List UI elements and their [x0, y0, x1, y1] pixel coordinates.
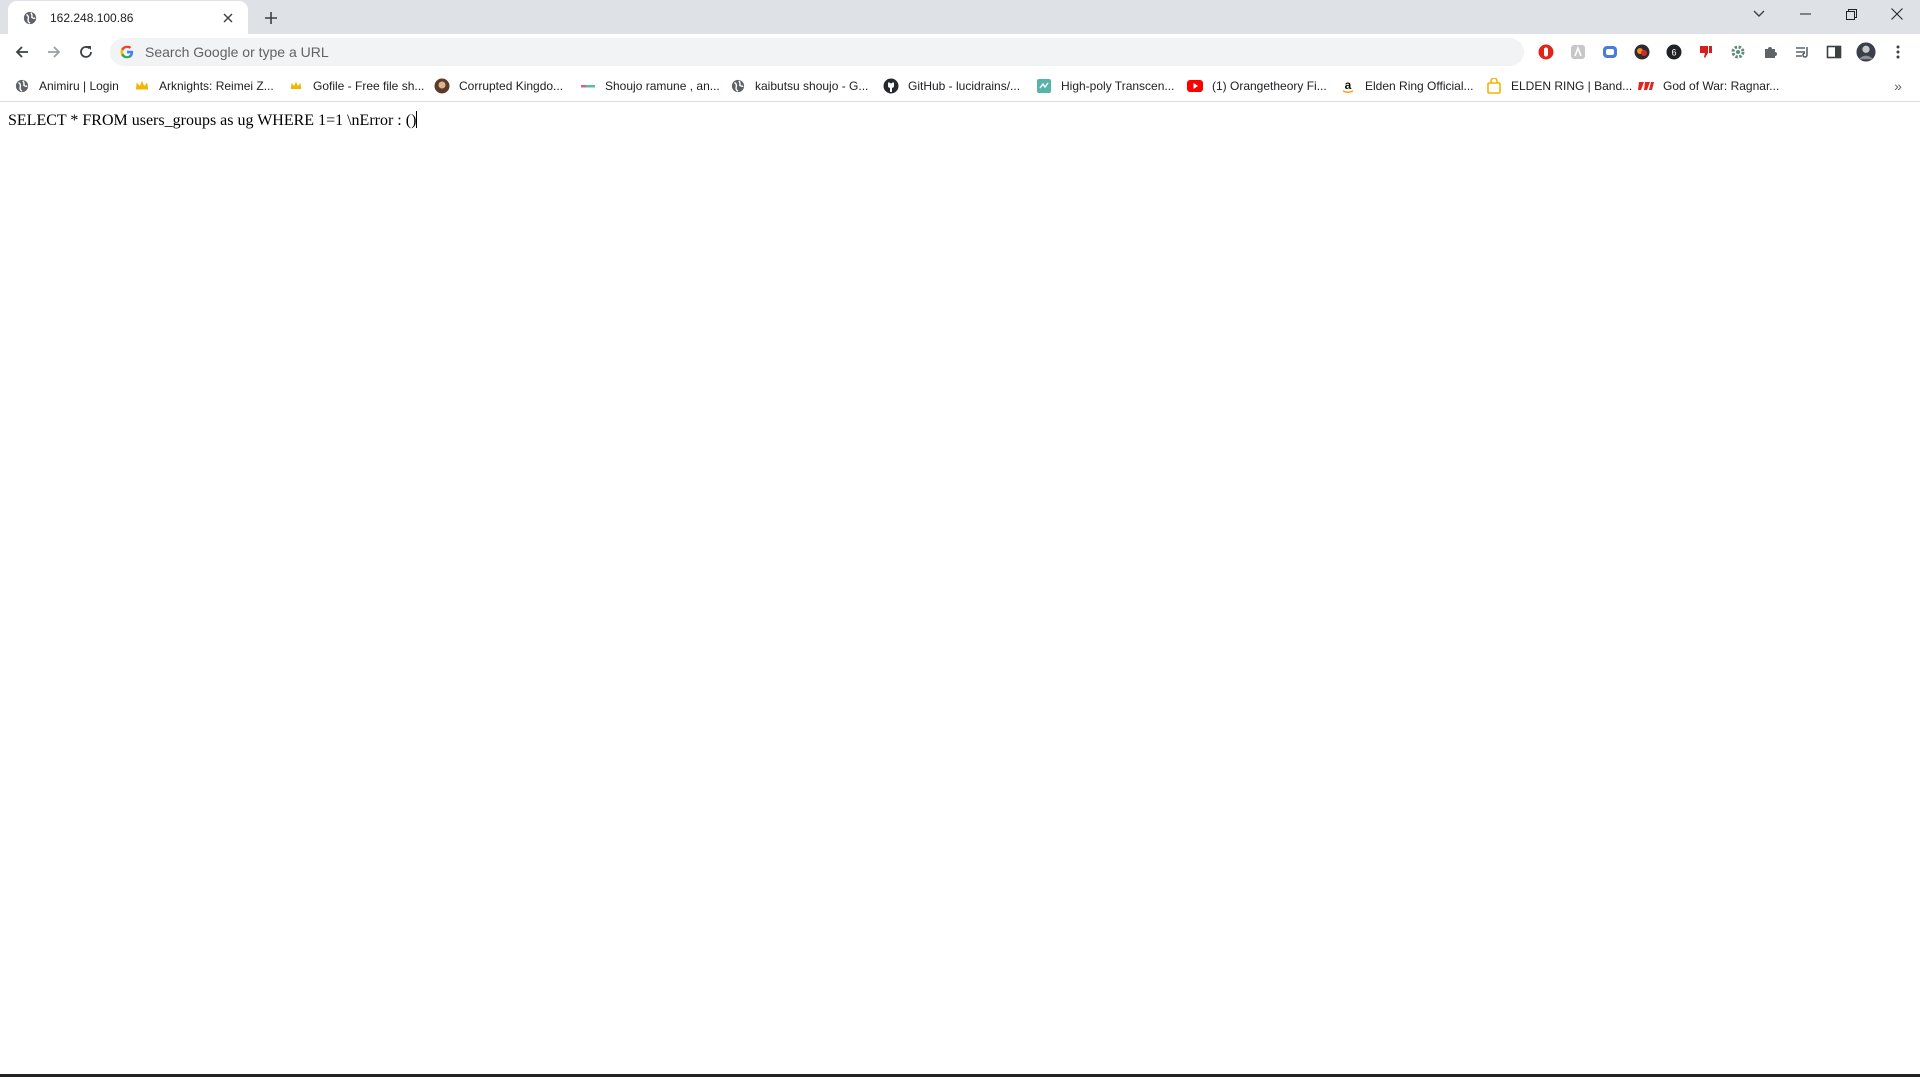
- bookmark-item[interactable]: Arknights: Reimei Z...: [134, 76, 274, 96]
- crown-icon: [288, 78, 304, 94]
- bookmark-item[interactable]: Shoujo ramune , an...: [580, 76, 720, 96]
- bookmark-label: God of War: Ragnar...: [1663, 79, 1780, 93]
- tab-search-chevron-icon[interactable]: [1736, 0, 1782, 28]
- globe-icon: [14, 78, 30, 94]
- kebab-menu-icon[interactable]: [1888, 42, 1908, 62]
- youtube-icon: [1187, 78, 1203, 94]
- gow-icon: [1638, 78, 1654, 94]
- translate-icon[interactable]: [1600, 42, 1620, 62]
- bookmark-label: Animiru | Login: [39, 79, 119, 93]
- close-icon[interactable]: [218, 8, 238, 28]
- tile-icon: [1036, 78, 1052, 94]
- restore-icon[interactable]: [1828, 0, 1874, 28]
- bag-icon: [1486, 78, 1502, 94]
- reading-list-icon[interactable]: [1792, 42, 1812, 62]
- bookmark-label: Arknights: Reimei Z...: [159, 79, 274, 93]
- bookmark-item[interactable]: Corrupted Kingdo...: [434, 76, 563, 96]
- omnibox-input[interactable]: [145, 44, 1445, 60]
- query-error-message: SELECT * FROM users_groups as ug WHERE 1…: [8, 112, 417, 129]
- bar-icon: [580, 78, 596, 94]
- dark-circle-extension-icon[interactable]: 6: [1664, 42, 1684, 62]
- reload-icon: [80, 46, 92, 58]
- globe-icon: [730, 78, 746, 94]
- bookmark-label: kaibutsu shoujo - G...: [755, 79, 869, 93]
- minimize-icon[interactable]: [1782, 0, 1828, 28]
- puzzle-icon[interactable]: [1760, 42, 1780, 62]
- tab-active[interactable]: 162.248.100.86: [8, 1, 248, 34]
- bookmark-item[interactable]: ELDEN RING | Band...: [1486, 76, 1632, 96]
- globe-icon: [22, 10, 38, 26]
- reload-button[interactable]: [72, 38, 100, 66]
- colorful-extension-icon[interactable]: [1632, 42, 1652, 62]
- browser-toolbar: 6: [0, 34, 1920, 70]
- bookmarks-overflow-icon[interactable]: »: [1888, 76, 1908, 96]
- bookmark-item[interactable]: kaibutsu shoujo - G...: [730, 76, 868, 96]
- bookmarks-bar: Animiru | Login Arknights: Reimei Z... G…: [0, 70, 1920, 102]
- close-window-icon[interactable]: [1874, 0, 1920, 28]
- bookmark-label: Shoujo ramune , an...: [605, 79, 720, 93]
- arrow-right-icon: [48, 46, 61, 58]
- text-caret: [416, 111, 418, 128]
- bookmark-item[interactable]: High-poly Transcen...: [1036, 76, 1174, 96]
- github-icon: [883, 78, 899, 94]
- bookmark-label: (1) Orangetheory Fi...: [1212, 79, 1327, 93]
- google-icon: [119, 44, 135, 60]
- bookmark-label: Elden Ring Official...: [1365, 79, 1474, 93]
- tab-strip: 162.248.100.86: [0, 0, 1920, 34]
- bookmark-label: High-poly Transcen...: [1061, 79, 1175, 93]
- bookmark-item[interactable]: Animiru | Login: [14, 76, 119, 96]
- svg-text:a: a: [1345, 78, 1352, 92]
- window-bottom-edge: [0, 1074, 1920, 1077]
- bookmark-item[interactable]: (1) Orangetheory Fi...: [1187, 76, 1327, 96]
- page-content: SELECT * FROM users_groups as ug WHERE 1…: [0, 103, 1920, 1077]
- bookmark-item[interactable]: a Elden Ring Official...: [1340, 76, 1474, 96]
- new-tab-button[interactable]: [258, 5, 284, 31]
- bookmark-label: GitHub - lucidrains/...: [908, 79, 1021, 93]
- arrow-left-icon: [15, 46, 28, 58]
- side-panel-icon[interactable]: [1824, 42, 1844, 62]
- back-button[interactable]: [8, 38, 36, 66]
- address-bar[interactable]: [110, 38, 1524, 66]
- extension-grey-icon[interactable]: [1568, 42, 1588, 62]
- svg-text:6: 6: [1671, 48, 1676, 58]
- crown-icon: [134, 78, 150, 94]
- bookmark-label: ELDEN RING | Band...: [1511, 79, 1633, 93]
- bookmark-item[interactable]: Gofile - Free file sh...: [288, 76, 424, 96]
- bookmark-item[interactable]: God of War: Ragnar...: [1638, 76, 1779, 96]
- thumbs-down-icon[interactable]: [1696, 42, 1716, 62]
- gear-icon[interactable]: [1728, 42, 1748, 62]
- adblock-icon[interactable]: [1536, 42, 1556, 62]
- avatar[interactable]: [1856, 42, 1876, 62]
- query-error-text: SELECT * FROM users_groups as ug WHERE 1…: [8, 111, 418, 130]
- tab-title: 162.248.100.86: [50, 10, 134, 25]
- avatar-icon: [434, 78, 450, 94]
- amazon-icon: a: [1340, 78, 1356, 94]
- forward-button[interactable]: [40, 38, 68, 66]
- bookmark-label: Corrupted Kingdo...: [459, 79, 564, 93]
- bookmark-label: Gofile - Free file sh...: [313, 79, 425, 93]
- bookmark-item[interactable]: GitHub - lucidrains/...: [883, 76, 1020, 96]
